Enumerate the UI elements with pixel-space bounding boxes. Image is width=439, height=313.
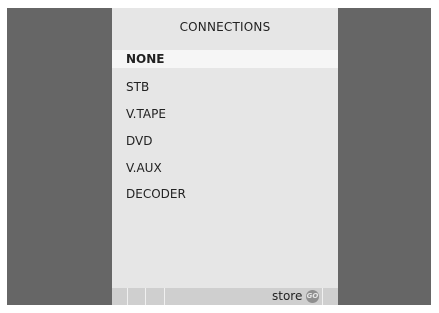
- menu-item-vaux[interactable]: V.AUX: [112, 159, 338, 177]
- footer-divider: [164, 288, 165, 305]
- connections-menu-panel: CONNECTIONS NONE STB V.TAPE DVD V.AUX DE…: [112, 8, 338, 305]
- footer-divider: [145, 288, 146, 305]
- menu-item-stb[interactable]: STB: [112, 78, 338, 96]
- footer-bar: store GO: [112, 288, 338, 305]
- menu-title: CONNECTIONS: [179, 20, 271, 34]
- menu-item-dvd[interactable]: DVD: [112, 132, 338, 150]
- footer-divider: [322, 288, 323, 305]
- store-label[interactable]: store: [272, 288, 302, 305]
- menu-item-none[interactable]: NONE: [112, 50, 338, 68]
- go-icon[interactable]: GO: [306, 290, 319, 303]
- menu-item-decoder[interactable]: DECODER: [112, 185, 338, 203]
- footer-divider: [127, 288, 128, 305]
- menu-item-vtape[interactable]: V.TAPE: [112, 105, 338, 123]
